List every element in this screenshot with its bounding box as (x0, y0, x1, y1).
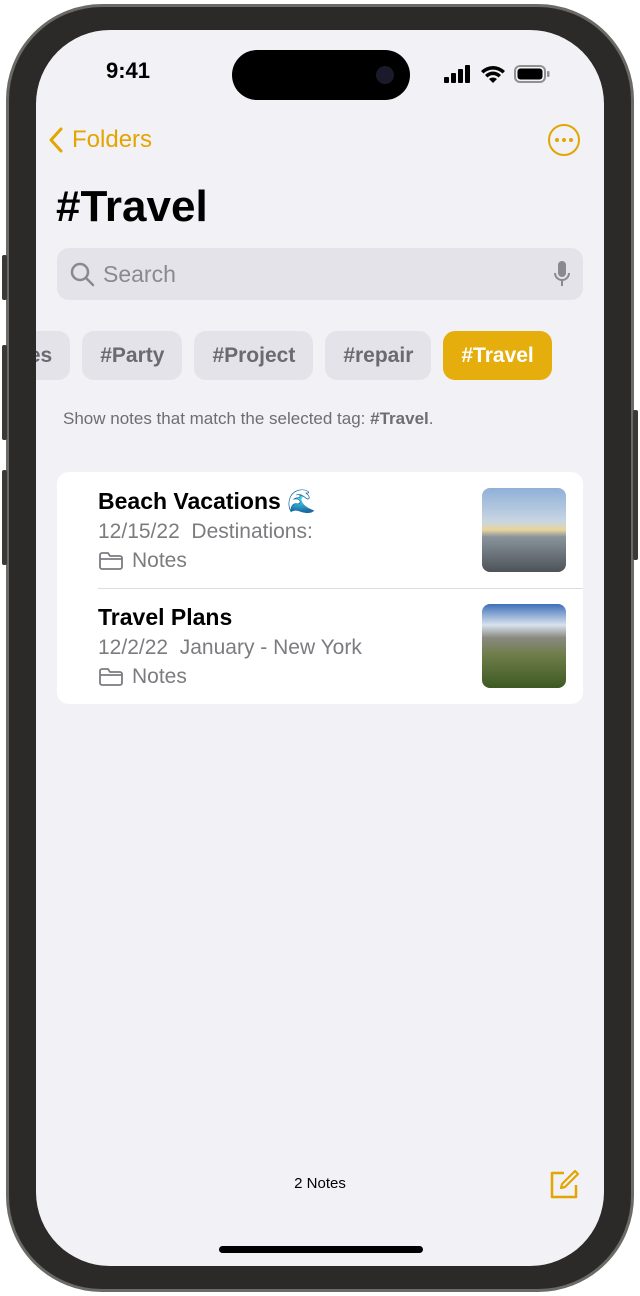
folder-icon (99, 668, 123, 686)
status-icons (444, 64, 550, 84)
tag-hint: Show notes that match the selected tag: … (63, 409, 433, 429)
ellipsis-icon (555, 138, 559, 142)
home-indicator[interactable] (219, 1246, 423, 1253)
tag-chip-travel[interactable]: #Travel (443, 331, 552, 380)
folder-name: Notes (132, 665, 187, 688)
microphone-icon[interactable] (553, 260, 571, 288)
side-button (633, 410, 638, 560)
volume-up-button (2, 345, 7, 440)
note-meta: 12/15/22 Destinations: (98, 520, 313, 544)
tag-chip-recipes[interactable]: #Recipes (36, 331, 71, 380)
note-folder: Notes (98, 665, 187, 689)
folder-icon (99, 552, 123, 570)
hint-suffix: . (428, 409, 434, 428)
beach-thumbnail (482, 488, 566, 572)
tag-bar: #Recipes #Party #Project #repair #Travel (36, 331, 552, 380)
back-button[interactable]: Folders (48, 126, 152, 154)
search-field[interactable]: Search (57, 248, 583, 300)
hint-text: Show notes that match the selected tag: (63, 409, 371, 428)
action-button (2, 255, 7, 300)
note-row[interactable]: Travel Plans 12/2/22 January - New York … (57, 588, 583, 704)
hint-tag: #Travel (370, 409, 429, 428)
page-title: #Travel (56, 182, 208, 231)
chevron-left-icon (49, 127, 63, 153)
mountain-thumbnail (482, 604, 566, 688)
note-preview: Destinations: (191, 520, 313, 543)
notes-list: Beach Vacations 🌊 12/15/22 Destinations:… (57, 472, 583, 704)
wifi-icon (481, 66, 505, 83)
folder-name: Notes (132, 549, 187, 572)
notes-count: 2 Notes (294, 1175, 346, 1192)
search-placeholder: Search (103, 260, 176, 287)
tag-chip-project[interactable]: #Project (194, 331, 314, 380)
note-folder: Notes (98, 549, 187, 573)
camera (376, 66, 394, 84)
back-label: Folders (72, 126, 153, 153)
battery-icon (514, 65, 550, 83)
tag-chip-repair[interactable]: #repair (325, 331, 432, 380)
screen: 9:41 Folders #Travel Search #Recipes #Pa… (36, 30, 604, 1266)
note-preview: January - New York (179, 636, 362, 659)
cellular-icon (444, 65, 470, 83)
note-row[interactable]: Beach Vacations 🌊 12/15/22 Destinations:… (57, 472, 583, 589)
compose-icon[interactable] (548, 1168, 580, 1200)
more-button[interactable] (548, 124, 580, 156)
note-title: Travel Plans (98, 604, 233, 630)
note-title: Beach Vacations 🌊 (98, 488, 316, 514)
volume-down-button (2, 470, 7, 565)
search-icon (70, 262, 95, 287)
note-date: 12/2/22 (98, 636, 169, 659)
note-date: 12/15/22 (98, 520, 180, 543)
tag-chip-party[interactable]: #Party (82, 331, 183, 380)
note-meta: 12/2/22 January - New York (98, 636, 362, 660)
status-time: 9:41 (106, 58, 151, 83)
